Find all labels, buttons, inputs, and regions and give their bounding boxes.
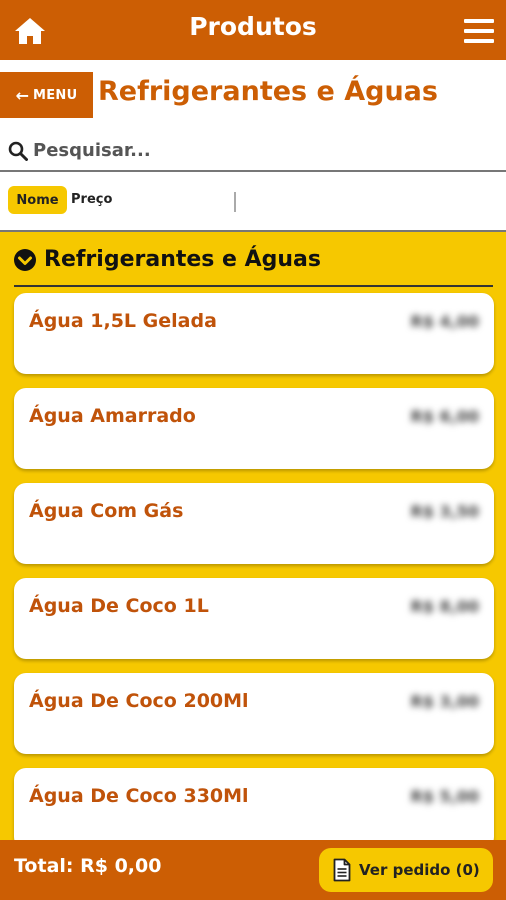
search-input[interactable] bbox=[33, 134, 493, 166]
section-header[interactable]: Refrigerantes e Águas bbox=[14, 247, 321, 272]
top-bar: Produtos bbox=[0, 0, 506, 60]
product-name: Água De Coco 1L bbox=[29, 595, 209, 617]
product-price: R$ 6,00 bbox=[410, 407, 480, 426]
sort-options: Nome Preço bbox=[0, 172, 506, 230]
chevron-down-circle-icon bbox=[14, 248, 36, 271]
sort-by-price-button[interactable]: Preço bbox=[71, 192, 112, 207]
product-card[interactable]: Água De Coco 200Ml R$ 3,00 bbox=[14, 673, 494, 754]
product-card[interactable]: Água Com Gás R$ 3,50 bbox=[14, 483, 494, 564]
back-to-menu-button[interactable]: ← MENU bbox=[0, 72, 93, 118]
search-icon bbox=[8, 141, 28, 161]
product-card[interactable]: Água 1,5L Gelada R$ 4,00 bbox=[14, 293, 494, 374]
hamburger-menu-icon bbox=[464, 19, 494, 43]
category-title: Refrigerantes e Águas bbox=[98, 76, 438, 107]
menu-button[interactable] bbox=[464, 18, 494, 44]
bottom-bar: Total: R$ 0,00 Ver pedido (0) bbox=[0, 840, 506, 900]
product-price: R$ 3,00 bbox=[410, 692, 480, 711]
product-price: R$ 3,50 bbox=[410, 502, 480, 521]
view-order-label: Ver pedido (0) bbox=[359, 861, 480, 879]
product-card[interactable]: Água De Coco 1L R$ 8,00 bbox=[14, 578, 494, 659]
document-icon bbox=[333, 858, 351, 882]
product-name: Água De Coco 330Ml bbox=[29, 785, 249, 807]
arrow-left-icon: ← bbox=[15, 85, 29, 105]
product-name: Água 1,5L Gelada bbox=[29, 310, 217, 332]
product-name: Água De Coco 200Ml bbox=[29, 690, 249, 712]
divider bbox=[234, 192, 236, 212]
sort-by-name-button[interactable]: Nome bbox=[8, 186, 67, 214]
back-button-label: MENU bbox=[32, 87, 78, 103]
view-order-button[interactable]: Ver pedido (0) bbox=[319, 848, 493, 892]
product-name: Água Com Gás bbox=[29, 500, 184, 522]
page-title: Produtos bbox=[189, 12, 317, 41]
section-title: Refrigerantes e Águas bbox=[44, 247, 321, 272]
search-bar bbox=[0, 130, 506, 170]
order-total: Total: R$ 0,00 bbox=[14, 855, 162, 877]
product-card[interactable]: Água Amarrado R$ 6,00 bbox=[14, 388, 494, 469]
product-price: R$ 8,00 bbox=[410, 597, 480, 616]
product-price: R$ 5,00 bbox=[410, 787, 480, 806]
divider bbox=[0, 230, 506, 232]
category-header: ← MENU Refrigerantes e Águas bbox=[0, 60, 506, 130]
product-card[interactable]: Água De Coco 330Ml R$ 5,00 bbox=[14, 768, 494, 849]
product-name: Água Amarrado bbox=[29, 405, 196, 427]
divider bbox=[14, 285, 493, 287]
product-price: R$ 4,00 bbox=[410, 312, 480, 331]
